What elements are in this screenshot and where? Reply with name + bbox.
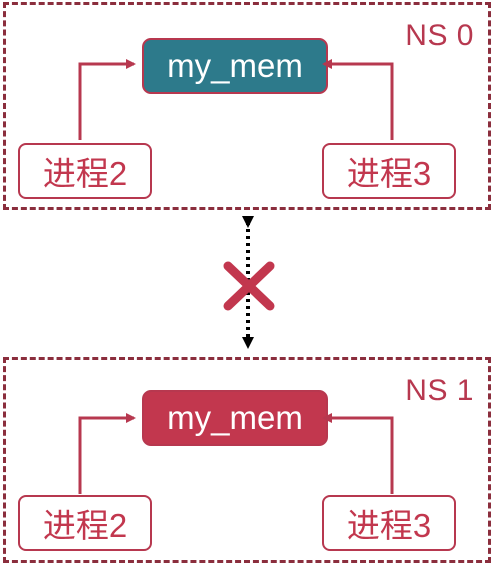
namespace-0-shared-memory: my_mem <box>142 38 328 94</box>
namespace-0-process-2: 进程2 <box>18 143 152 199</box>
x-cross-icon <box>223 261 275 311</box>
namespace-1-process-3: 进程3 <box>322 495 456 551</box>
namespace-0-frame: NS 0 my_mem 进程2 进程3 <box>3 2 491 210</box>
namespace-1-shared-memory: my_mem <box>142 390 328 446</box>
namespace-0-label: NS 0 <box>405 19 474 52</box>
namespace-1-frame: NS 1 my_mem 进程2 进程3 <box>3 357 491 563</box>
namespace-1-process-2: 进程2 <box>18 495 152 551</box>
namespace-1-label: NS 1 <box>405 374 474 407</box>
namespace-0-process-3: 进程3 <box>322 143 456 199</box>
